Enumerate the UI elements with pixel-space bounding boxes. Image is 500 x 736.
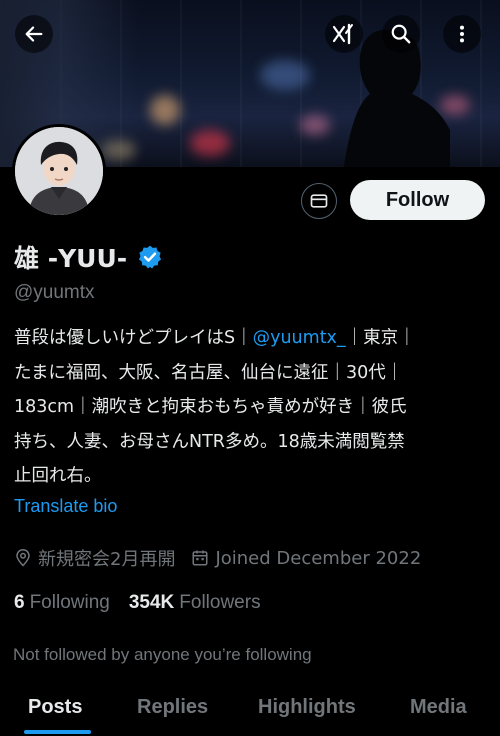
active-tab-indicator: [24, 730, 91, 734]
message-button[interactable]: [301, 183, 337, 219]
bio-line: 持ち、人妻、お母さんNTR多め。18歳未満閲覧禁: [14, 431, 405, 452]
avatar-image: [15, 127, 103, 215]
profile-meta: 新規密会2月再開 Joined December 2022: [14, 545, 421, 571]
tab-media[interactable]: Media: [410, 696, 467, 719]
city-light: [190, 130, 230, 156]
mail-icon: [310, 194, 328, 208]
bio-text: ｜東京｜: [345, 328, 416, 348]
bio-mention-link[interactable]: @yuumtx_: [253, 328, 346, 348]
more-button[interactable]: [443, 15, 481, 53]
followers-link[interactable]: 354K Followers: [129, 592, 261, 614]
profile-bio: 普段は優しいけどプレイはS｜@yuumtx_｜東京｜ たまに福岡、大阪、名古屋、…: [14, 321, 494, 494]
bio-line: 止回れ右。: [14, 466, 102, 486]
tab-posts[interactable]: Posts: [28, 696, 82, 719]
following-count: 6: [14, 592, 25, 613]
location-text: 新規密会2月再開: [38, 549, 176, 570]
avatar[interactable]: [12, 124, 106, 218]
arrow-left-icon: [25, 26, 43, 42]
profile-handle: @yuumtx: [14, 282, 95, 303]
followers-count: 354K: [128, 592, 175, 613]
profile-name-row: 雄 -YUU-: [14, 240, 163, 274]
following-label: Following: [29, 592, 110, 613]
grok-button[interactable]: [325, 15, 363, 53]
more-vertical-icon: [459, 25, 465, 43]
follow-button[interactable]: Follow: [350, 180, 485, 220]
bio-text: 普段は優しいけどプレイはS｜: [14, 328, 253, 348]
bio-line: 普段は優しいけどプレイはS｜@yuumtx_｜東京｜: [14, 321, 494, 356]
search-button[interactable]: [382, 15, 420, 53]
verified-badge-icon[interactable]: [137, 244, 163, 270]
following-link[interactable]: 6 Following: [14, 592, 110, 614]
tab-replies[interactable]: Replies: [137, 696, 208, 719]
city-light: [300, 115, 330, 135]
city-light: [150, 95, 180, 125]
grok-icon: [332, 23, 353, 45]
location-icon: [14, 548, 32, 568]
followers-label: Followers: [179, 592, 261, 613]
follow-stats: 6 Following 354K Followers: [14, 592, 261, 614]
display-name: 雄 -YUU-: [14, 244, 128, 273]
bio-line: 183cm｜潮吹きと拘束おもちゃ責めが好き｜彼氏: [14, 397, 407, 417]
calendar-icon: [191, 549, 209, 567]
profile-tabs: Posts Replies Highlights Media: [0, 690, 500, 736]
search-icon: [391, 24, 411, 44]
mutual-followers-note: Not followed by anyone you’re following: [13, 645, 312, 664]
translate-bio-link[interactable]: Translate bio: [14, 496, 117, 517]
joined-date: Joined December 2022: [215, 547, 422, 569]
bio-line: たまに福岡、大阪、名古屋、仙台に遠征｜30代｜: [14, 362, 404, 383]
city-light: [260, 60, 310, 90]
back-button[interactable]: [15, 15, 53, 53]
tab-highlights[interactable]: Highlights: [258, 696, 356, 719]
